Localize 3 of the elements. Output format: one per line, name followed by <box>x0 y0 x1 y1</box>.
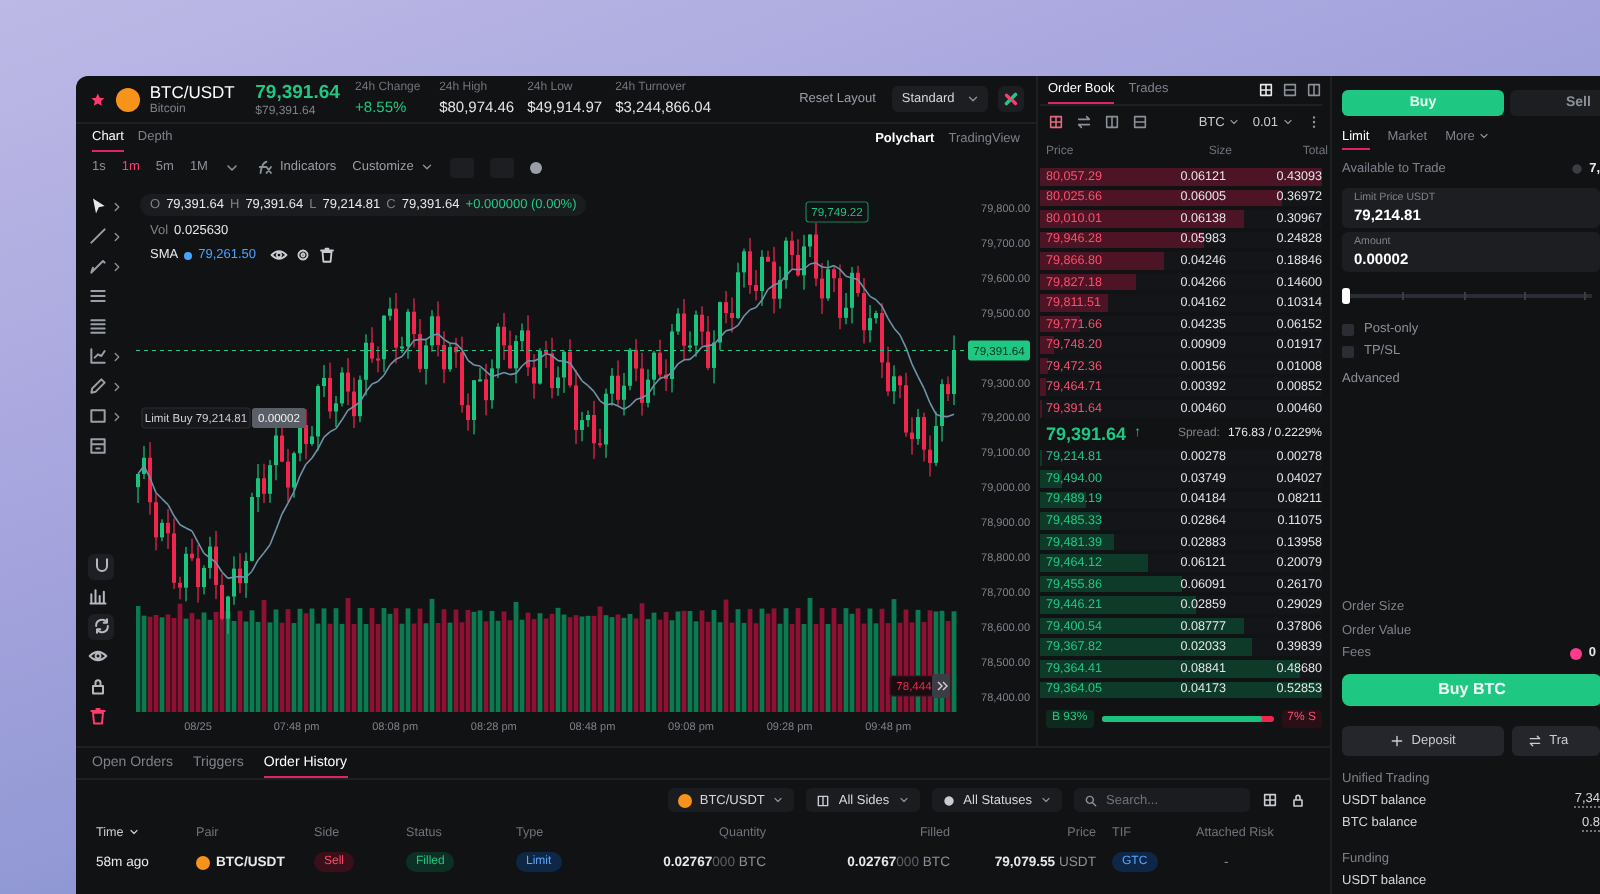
last-price: 79,391.64 <box>255 81 342 103</box>
mid-price: 79,391.64 <box>1046 423 1127 444</box>
pair-name: BTC/USDT <box>149 82 237 102</box>
